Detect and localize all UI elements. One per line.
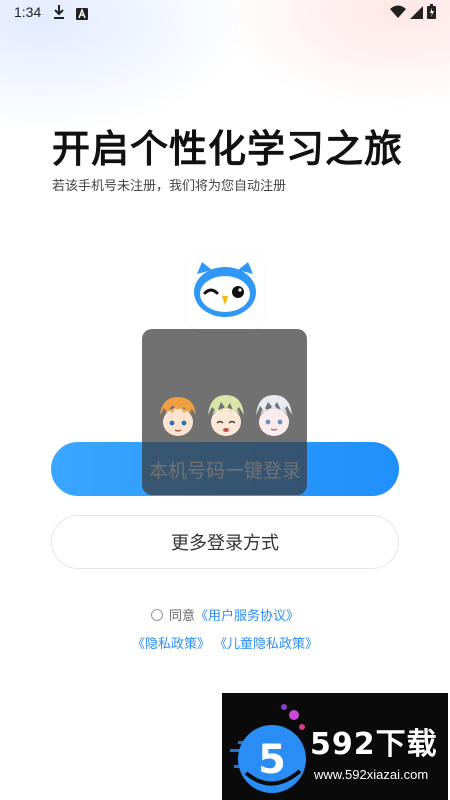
battery-icon	[427, 4, 436, 23]
policy-links-row: 《隐私政策》 《儿童隐私政策》	[0, 633, 450, 652]
agree-radio[interactable]	[150, 608, 163, 621]
watermark-badge: 5 592下载 www.592xiazai.com	[222, 693, 448, 800]
a-icon	[76, 5, 88, 24]
status-icons	[390, 4, 436, 23]
loading-overlay	[142, 329, 307, 495]
wifi-icon	[390, 4, 406, 23]
status-bar: 1:34	[0, 0, 450, 26]
agreement-row: 同意 《用户服务协议》	[0, 605, 450, 624]
watermark-logo-digit: 5	[258, 737, 286, 783]
watermark-logo: 5	[230, 704, 306, 793]
page-subtitle: 若该手机号未注册，我们将为您自动注册	[52, 179, 287, 194]
signal-icon	[410, 4, 423, 23]
user-agreement-link[interactable]: 《用户服务协议》	[195, 605, 299, 624]
page-title: 开启个性化学习之旅	[52, 127, 404, 171]
owl-logo-icon	[186, 252, 264, 330]
privacy-policy-link[interactable]: 《隐私政策》	[132, 633, 210, 652]
character-faces-image	[160, 395, 292, 436]
watermark-brand: 592下载	[310, 727, 438, 762]
more-login-options-button[interactable]: 更多登录方式	[51, 515, 399, 569]
child-privacy-policy-link[interactable]: 《儿童隐私政策》	[214, 633, 318, 652]
watermark-url: www.592xiazai.com	[314, 767, 429, 782]
download-icon	[52, 4, 66, 24]
agree-prefix: 同意	[168, 609, 195, 624]
status-time: 1:34	[14, 4, 42, 20]
